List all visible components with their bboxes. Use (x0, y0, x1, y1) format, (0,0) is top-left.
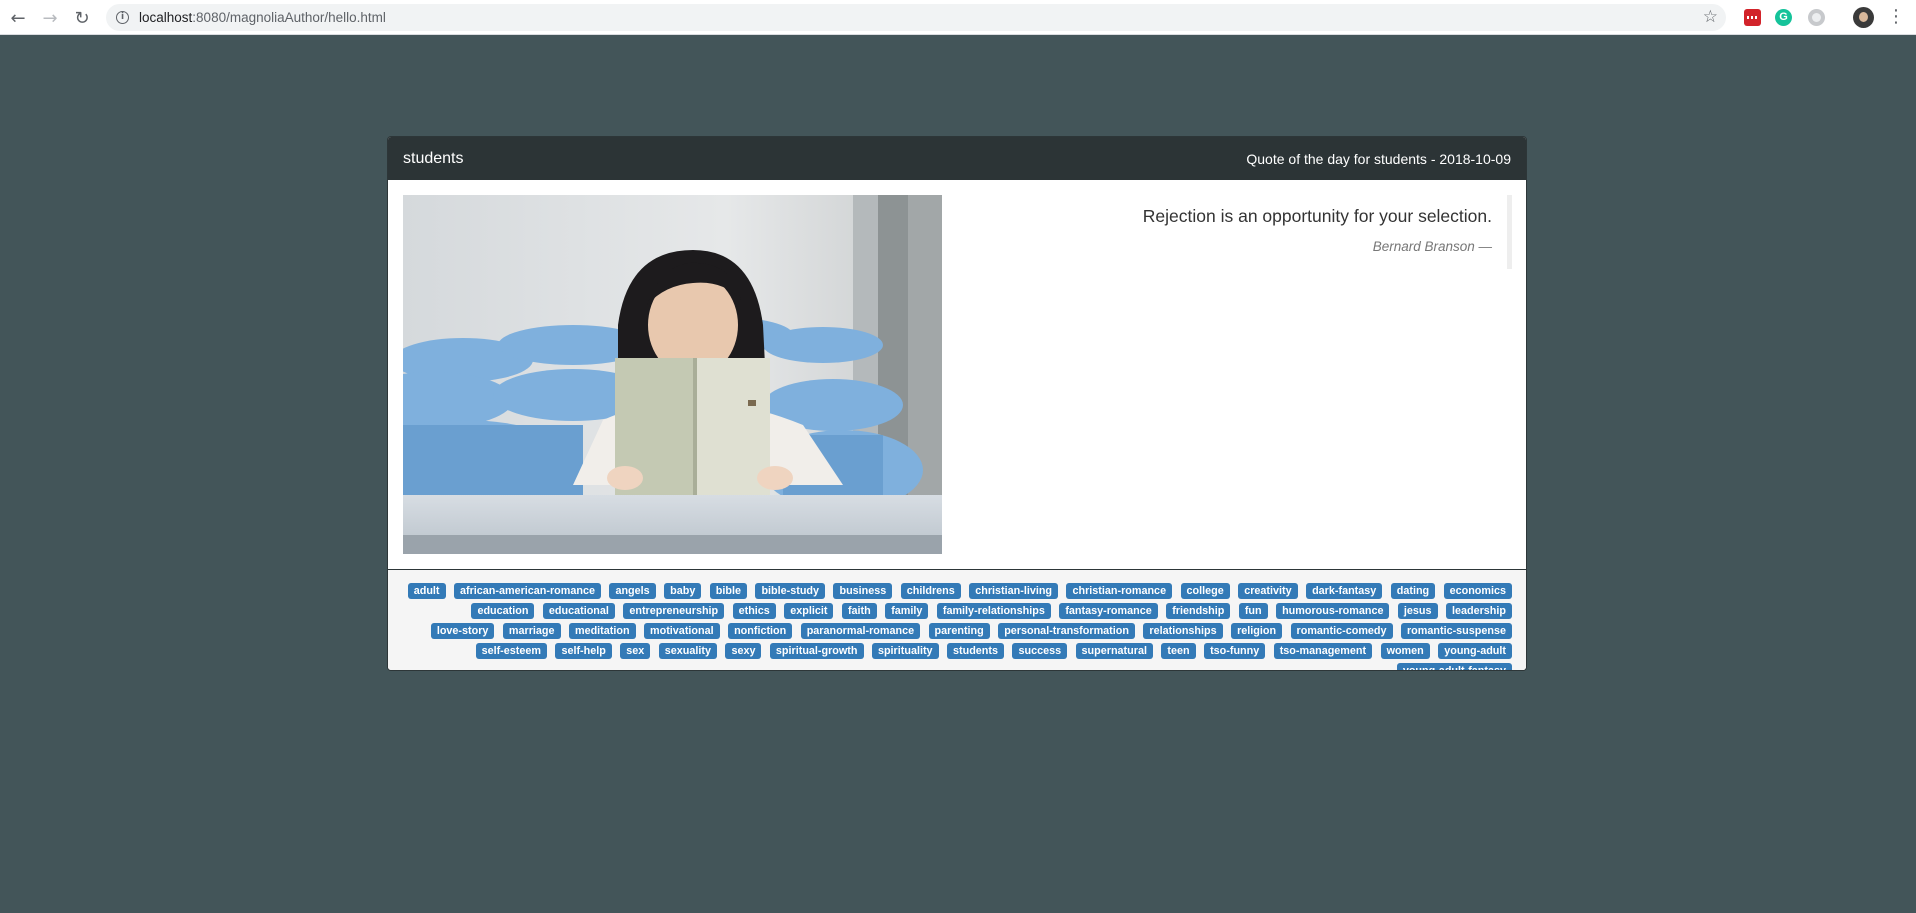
tag-religion[interactable]: religion (1231, 623, 1283, 639)
quote-text: Rejection is an opportunity for your sel… (1142, 206, 1492, 226)
panel-subtitle: Quote of the day for students - 2018-10-… (1246, 150, 1511, 167)
tag-teen[interactable]: teen (1161, 643, 1196, 659)
tag-bible[interactable]: bible (709, 583, 747, 599)
tag-jesus[interactable]: jesus (1397, 603, 1438, 619)
tag-self-help[interactable]: self-help (555, 643, 612, 659)
tag-love-story[interactable]: love-story (430, 623, 495, 639)
url-path: :8080/magnoliaAuthor/hello.html (192, 10, 386, 25)
tag-college[interactable]: college (1180, 583, 1230, 599)
tag-faith[interactable]: faith (841, 603, 877, 619)
tag-parenting[interactable]: parenting (928, 623, 990, 639)
tag-leadership[interactable]: leadership (1445, 603, 1512, 619)
tag-dark-fantasy[interactable]: dark-fantasy (1306, 583, 1383, 599)
tag-family-relationships[interactable]: family-relationships (936, 603, 1051, 619)
quote-panel: students Quote of the day for students -… (387, 136, 1527, 671)
tag-educational[interactable]: educational (542, 603, 615, 619)
tag-family[interactable]: family (885, 603, 929, 619)
tag-humorous-romance[interactable]: humorous-romance (1276, 603, 1390, 619)
address-bar[interactable]: i localhost:8080/magnoliaAuthor/hello.ht… (106, 4, 1726, 31)
tag-romantic-suspense[interactable]: romantic-suspense (1400, 623, 1512, 639)
quote-author: Bernard Branson — (1372, 239, 1492, 254)
bookmark-star-icon[interactable]: ☆ (1703, 7, 1718, 27)
tag-entrepreneurship[interactable]: entrepreneurship (623, 603, 725, 619)
tag-sex[interactable]: sex (620, 643, 651, 659)
tag-creativity[interactable]: creativity (1238, 583, 1298, 599)
tag-marriage[interactable]: marriage (502, 623, 561, 639)
tag-dating[interactable]: dating (1390, 583, 1436, 599)
panel-heading: students Quote of the day for students -… (388, 137, 1526, 180)
tag-sexy[interactable]: sexy (725, 643, 762, 659)
tag-personal-transformation[interactable]: personal-transformation (998, 623, 1135, 639)
tag-friendship[interactable]: friendship (1166, 603, 1231, 619)
browser-toolbar: ← → ↻ i localhost:8080/magnoliaAuthor/he… (0, 0, 1916, 35)
tag-sexuality[interactable]: sexuality (658, 643, 717, 659)
grammarly-extension-icon[interactable]: G (1775, 9, 1792, 26)
tag-romantic-comedy[interactable]: romantic-comedy (1290, 623, 1393, 639)
tag-christian-romance[interactable]: christian-romance (1066, 583, 1173, 599)
tag-explicit[interactable]: explicit (784, 603, 834, 619)
back-arrow-icon[interactable]: ← (6, 6, 30, 30)
tag-motivational[interactable]: motivational (644, 623, 720, 639)
info-icon[interactable]: i (116, 11, 129, 24)
tag-business[interactable]: business (833, 583, 893, 599)
tag-self-esteem[interactable]: self-esteem (475, 643, 547, 659)
tag-baby[interactable]: baby (664, 583, 702, 599)
tag-african-american-romance[interactable]: african-american-romance (453, 583, 601, 599)
url-host: localhost (139, 10, 193, 25)
tag-tso-funny[interactable]: tso-funny (1204, 643, 1266, 659)
quote-blockquote: Rejection is an opportunity for your sel… (992, 195, 1512, 269)
tag-young-adult[interactable]: young-adult (1438, 643, 1512, 659)
tag-education[interactable]: education (471, 603, 535, 619)
tag-fantasy-romance[interactable]: fantasy-romance (1059, 603, 1158, 619)
student-photo (403, 195, 942, 554)
forward-arrow-icon[interactable]: → (38, 6, 62, 30)
tag-relationships[interactable]: relationships (1143, 623, 1223, 639)
tag-supernatural[interactable]: supernatural (1075, 643, 1153, 659)
tag-fun[interactable]: fun (1238, 603, 1268, 619)
profile-avatar[interactable] (1853, 7, 1874, 28)
tag-spirituality[interactable]: spirituality (871, 643, 939, 659)
tag-students[interactable]: students (947, 643, 1005, 659)
extension-gray-icon[interactable] (1808, 9, 1825, 26)
tag-bible-study[interactable]: bible-study (755, 583, 826, 599)
tag-young-adult-fantasy[interactable]: young-adult-fantasy (1396, 663, 1512, 670)
kebab-menu-icon[interactable]: ⋮ (1886, 7, 1906, 27)
tag-women[interactable]: women (1380, 643, 1430, 659)
tag-christian-living[interactable]: christian-living (969, 583, 1059, 599)
tag-economics[interactable]: economics (1443, 583, 1512, 599)
tag-nonfiction[interactable]: nonfiction (728, 623, 793, 639)
panel-body: Rejection is an opportunity for your sel… (388, 180, 1526, 570)
panel-title: students (403, 149, 464, 167)
tag-success[interactable]: success (1012, 643, 1068, 659)
tag-spiritual-growth[interactable]: spiritual-growth (769, 643, 864, 659)
tag-adult[interactable]: adult (407, 583, 446, 599)
reload-icon[interactable]: ↻ (70, 6, 94, 30)
url-text[interactable]: localhost:8080/magnoliaAuthor/hello.html (139, 10, 386, 25)
extension-red-icon[interactable] (1744, 9, 1761, 26)
tag-tso-management[interactable]: tso-management (1273, 643, 1373, 659)
tag-angels[interactable]: angels (609, 583, 656, 599)
tag-cloud: adult african-american-romance angels ba… (388, 570, 1526, 670)
tag-paranormal-romance[interactable]: paranormal-romance (800, 623, 921, 639)
tag-meditation[interactable]: meditation (568, 623, 636, 639)
tag-ethics[interactable]: ethics (732, 603, 776, 619)
tag-childrens[interactable]: childrens (900, 583, 961, 599)
